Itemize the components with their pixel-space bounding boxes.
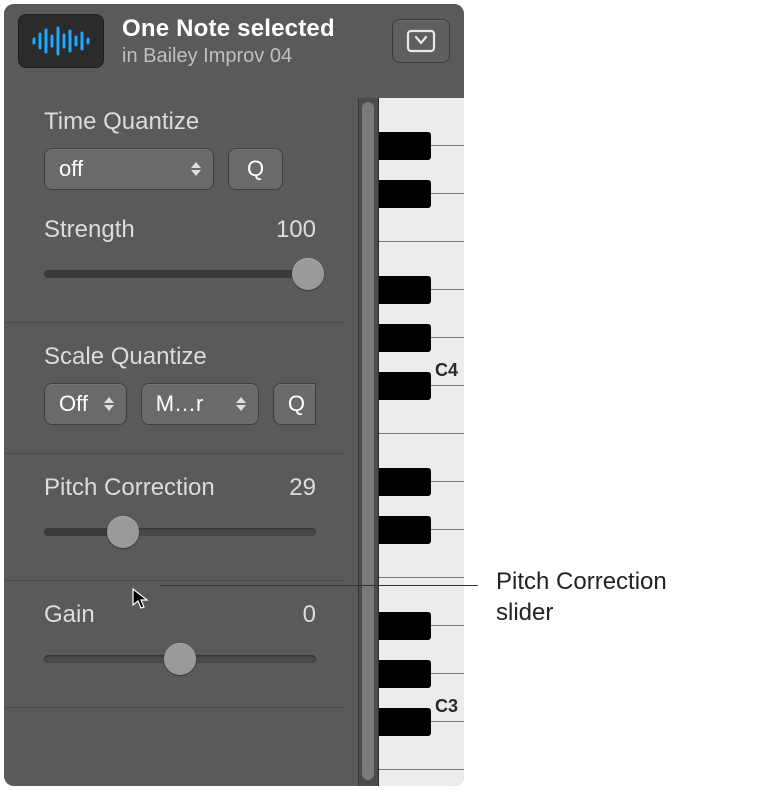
scale-mode-select[interactable]: M…r xyxy=(141,383,259,425)
pitch-correction-slider[interactable] xyxy=(44,512,316,552)
gain-section: Gain 0 xyxy=(4,581,344,708)
black-key[interactable] xyxy=(379,372,431,400)
pitch-correction-label: Pitch Correction xyxy=(44,474,215,502)
scale-key-select[interactable]: Off xyxy=(44,383,127,425)
black-key[interactable] xyxy=(379,324,431,352)
pitch-correction-section: Pitch Correction 29 xyxy=(4,454,344,581)
stepper-arrows-icon xyxy=(234,397,248,411)
key-label-c4: C4 xyxy=(435,360,458,381)
inspector-panel: One Note selected in Bailey Improv 04 Ti… xyxy=(4,4,464,786)
pitch-correction-value[interactable]: 29 xyxy=(289,474,316,502)
piano-keyboard[interactable]: C4 C3 xyxy=(378,98,464,786)
catch-playhead-button[interactable] xyxy=(392,19,450,63)
black-key[interactable] xyxy=(379,612,431,640)
audio-waveform-icon[interactable] xyxy=(18,14,104,68)
stepper-arrows-icon xyxy=(189,162,203,176)
black-key[interactable] xyxy=(379,276,431,304)
stepper-arrows-icon xyxy=(102,397,116,411)
header-text: One Note selected in Bailey Improv 04 xyxy=(122,15,392,68)
track-subtitle: in Bailey Improv 04 xyxy=(122,45,392,68)
time-quantize-select[interactable]: off xyxy=(44,148,214,190)
black-key[interactable] xyxy=(379,132,431,160)
scale-mode-value: M…r xyxy=(156,391,226,417)
gain-label: Gain xyxy=(44,601,95,629)
scale-quantize-section: Scale Quantize Off M…r Q xyxy=(4,323,344,454)
black-key[interactable] xyxy=(379,180,431,208)
white-key[interactable] xyxy=(379,770,464,786)
time-quantize-apply-button[interactable]: Q xyxy=(228,148,283,190)
time-quantize-value: off xyxy=(59,156,181,182)
white-key[interactable] xyxy=(379,194,464,242)
time-quantize-section: Time Quantize off Q Strength 100 xyxy=(4,86,344,323)
selection-title: One Note selected xyxy=(122,15,392,43)
callout-label: Pitch Correction slider xyxy=(496,566,667,628)
strength-slider[interactable] xyxy=(44,254,316,294)
vertical-scrollbar[interactable] xyxy=(358,98,378,786)
black-key[interactable] xyxy=(379,660,431,688)
gain-slider-thumb[interactable] xyxy=(164,643,196,675)
strength-label: Strength xyxy=(44,216,135,244)
white-key[interactable] xyxy=(379,530,464,578)
gain-value[interactable]: 0 xyxy=(303,601,316,629)
white-key[interactable] xyxy=(379,386,464,434)
callout-leader-line xyxy=(160,585,478,586)
strength-value[interactable]: 100 xyxy=(276,216,316,244)
white-key[interactable] xyxy=(379,722,464,770)
black-key[interactable] xyxy=(379,516,431,544)
pitch-correction-slider-thumb[interactable] xyxy=(107,516,139,548)
key-label-c3: C3 xyxy=(435,696,458,717)
black-key[interactable] xyxy=(379,708,431,736)
black-key[interactable] xyxy=(379,468,431,496)
scale-quantize-apply-button[interactable]: Q xyxy=(273,383,316,425)
scale-key-value: Off xyxy=(59,391,94,417)
gain-slider[interactable] xyxy=(44,639,316,679)
scale-quantize-label: Scale Quantize xyxy=(44,343,316,371)
panel-header: One Note selected in Bailey Improv 04 xyxy=(4,4,464,86)
strength-slider-thumb[interactable] xyxy=(292,258,324,290)
time-quantize-label: Time Quantize xyxy=(44,108,316,136)
scrollbar-thumb[interactable] xyxy=(362,102,374,780)
